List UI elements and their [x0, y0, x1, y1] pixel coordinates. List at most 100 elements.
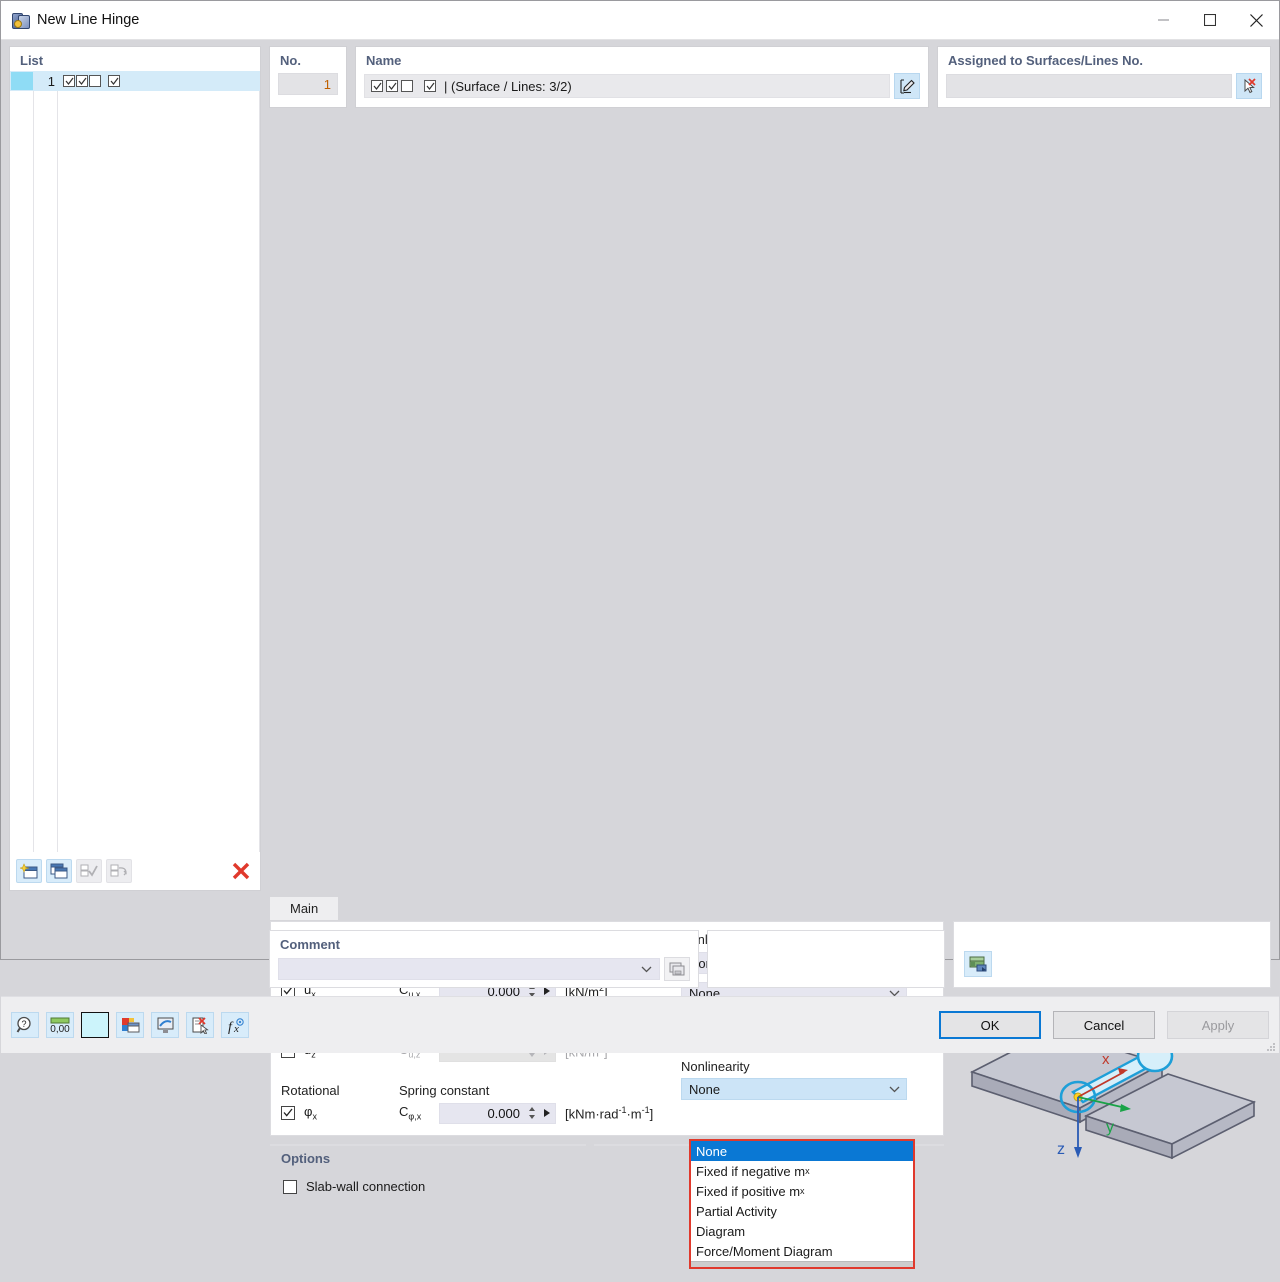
- name-panel: Name | (Surface / Lines: 3/2): [355, 46, 929, 108]
- nonlinearity-dropdown-list[interactable]: None Fixed if negative mx Fixed if posit…: [689, 1139, 915, 1269]
- spinner-cphix-expand[interactable]: [539, 1108, 555, 1118]
- units-decimals-icon[interactable]: 0,00: [46, 1012, 74, 1038]
- formula-icon[interactable]: fx: [221, 1012, 249, 1038]
- number-title: No.: [270, 47, 346, 71]
- name-check-glyph-2: [386, 80, 398, 92]
- footer-bar: ? 0,00 fx OK Cancel Apply: [1, 996, 1279, 1053]
- close-button[interactable]: [1233, 1, 1279, 39]
- comment-extra-panel: [707, 930, 945, 988]
- name-check-glyph-1: [371, 80, 383, 92]
- cancel-button[interactable]: Cancel: [1053, 1011, 1155, 1039]
- resize-grip[interactable]: [1266, 1040, 1276, 1050]
- chevron-down-icon[interactable]: [633, 965, 659, 973]
- ok-button[interactable]: OK: [939, 1011, 1041, 1039]
- display-properties-icon[interactable]: [116, 1012, 144, 1038]
- check-glyph-2: [76, 75, 88, 87]
- svg-text:0,00: 0,00: [50, 1024, 70, 1034]
- check-glyph-1: [63, 75, 75, 87]
- name-row: | (Surface / Lines: 3/2): [364, 73, 920, 99]
- list-item-number: 1: [33, 74, 59, 89]
- assigned-row: [946, 73, 1262, 99]
- axis-label-y: y: [1106, 1119, 1114, 1136]
- label-slab-wall-connection: Slab-wall connection: [306, 1179, 425, 1194]
- line-hinge-icon: [11, 11, 29, 29]
- option-slab-wall-row: Slab-wall connection: [271, 1169, 585, 1194]
- checkbox-slab-wall-connection[interactable]: [283, 1180, 297, 1194]
- name-value: | (Surface / Lines: 3/2): [444, 79, 572, 94]
- check-glyph-4: [108, 75, 120, 87]
- unit-cphix: [kNm·rad-1·m-1]: [556, 1105, 653, 1121]
- tab-main[interactable]: Main: [269, 896, 339, 921]
- tab-content: Hinge Conditions Translational Spring co…: [269, 920, 945, 922]
- comment-library-button[interactable]: [664, 957, 690, 981]
- dropdown-item-force-moment-diagram[interactable]: Force/Moment Diagram: [691, 1241, 913, 1261]
- rotational-row-phix: φx Cφ,x 0.000 [kNm·rad-1·m-1]: [281, 1098, 943, 1128]
- assigned-field[interactable]: [946, 74, 1232, 98]
- pick-in-graphic-button[interactable]: [1236, 73, 1262, 99]
- invert-selection-button: [106, 859, 132, 883]
- dropdown-item-fixed-positive[interactable]: Fixed if positive mx: [691, 1181, 913, 1201]
- select-all-button: [76, 859, 102, 883]
- list-item[interactable]: 1: [10, 71, 260, 91]
- new-item-button[interactable]: [16, 859, 42, 883]
- copy-item-button[interactable]: [46, 859, 72, 883]
- dropdown-item-none[interactable]: None: [691, 1141, 913, 1161]
- assigned-title: Assigned to Surfaces/Lines No.: [938, 47, 1270, 71]
- comment-title: Comment: [270, 931, 698, 955]
- center-column: Main Hinge Conditions Translational Spri…: [269, 891, 945, 996]
- view-settings-icon[interactable]: [151, 1012, 179, 1038]
- check-glyph-3: [89, 75, 101, 87]
- dropdown-scrollbar[interactable]: [691, 1261, 913, 1267]
- nonlinearity-combo-phix-value: None: [689, 1082, 882, 1097]
- chevron-down-icon: [882, 1085, 906, 1093]
- dropdown-item-fixed-negative[interactable]: Fixed if negative mx: [691, 1161, 913, 1181]
- spinner-cphix-arrows[interactable]: [525, 1106, 539, 1120]
- main-body: Main Hinge Conditions Translational Spri…: [1, 891, 1279, 996]
- label-phix: φx: [304, 1104, 317, 1122]
- window-controls: [1141, 1, 1279, 39]
- window-title: New Line Hinge: [37, 12, 1141, 28]
- comment-input[interactable]: [278, 958, 660, 980]
- preview-panel[interactable]: x y z: [953, 921, 1271, 988]
- axis-label-x: x: [1102, 1051, 1110, 1068]
- dropdown-item-partial-activity[interactable]: Partial Activity: [691, 1201, 913, 1221]
- list-title: List: [10, 47, 260, 71]
- spinner-cphix-value: 0.000: [440, 1106, 525, 1121]
- top-panels: List 1: [1, 40, 1279, 891]
- row-color-swatch: [11, 72, 33, 90]
- tab-strip: Main: [269, 895, 945, 921]
- comment-panel: Comment: [269, 930, 699, 988]
- list-body[interactable]: 1: [10, 71, 260, 852]
- footer-buttons: OK Cancel Apply: [939, 1011, 1269, 1039]
- preview-column: x y z: [953, 891, 1271, 996]
- delete-item-button[interactable]: [228, 859, 254, 883]
- footer-tools: ? 0,00 fx: [11, 1012, 249, 1038]
- dropdown-item-diagram[interactable]: Diagram: [691, 1221, 913, 1241]
- minimize-button[interactable]: [1141, 1, 1187, 39]
- list-item-checks: [59, 75, 120, 87]
- checkbox-phix[interactable]: [281, 1106, 295, 1120]
- number-field[interactable]: 1: [278, 73, 338, 95]
- list-toolbar: [10, 852, 260, 890]
- list-columns: [10, 71, 260, 852]
- list-panel: List 1: [9, 46, 261, 891]
- spring-constant-header-2: Spring constant: [399, 1083, 489, 1098]
- rotational-header: Rotational: [281, 1083, 399, 1098]
- symbol-cphix: Cφ,x: [399, 1104, 439, 1122]
- spinner-cphix[interactable]: 0.000: [439, 1103, 556, 1124]
- name-field[interactable]: | (Surface / Lines: 3/2): [364, 74, 890, 98]
- dialog-window: New Line Hinge List: [0, 0, 1280, 960]
- preview-settings-button[interactable]: [964, 951, 992, 977]
- color-swatch-icon[interactable]: [81, 1012, 109, 1038]
- assigned-panel: Assigned to Surfaces/Lines No.: [937, 46, 1271, 108]
- clear-selection-icon[interactable]: [186, 1012, 214, 1038]
- name-title: Name: [356, 47, 928, 71]
- edit-name-button[interactable]: [894, 73, 920, 99]
- options-panel: Options Slab-wall connection: [270, 1144, 586, 1146]
- axis-label-z: z: [1057, 1141, 1065, 1158]
- comment-row: [278, 957, 690, 981]
- nonlinearity-combo-phix[interactable]: None: [681, 1078, 907, 1100]
- help-search-icon[interactable]: ?: [11, 1012, 39, 1038]
- apply-button: Apply: [1167, 1011, 1269, 1039]
- maximize-button[interactable]: [1187, 1, 1233, 39]
